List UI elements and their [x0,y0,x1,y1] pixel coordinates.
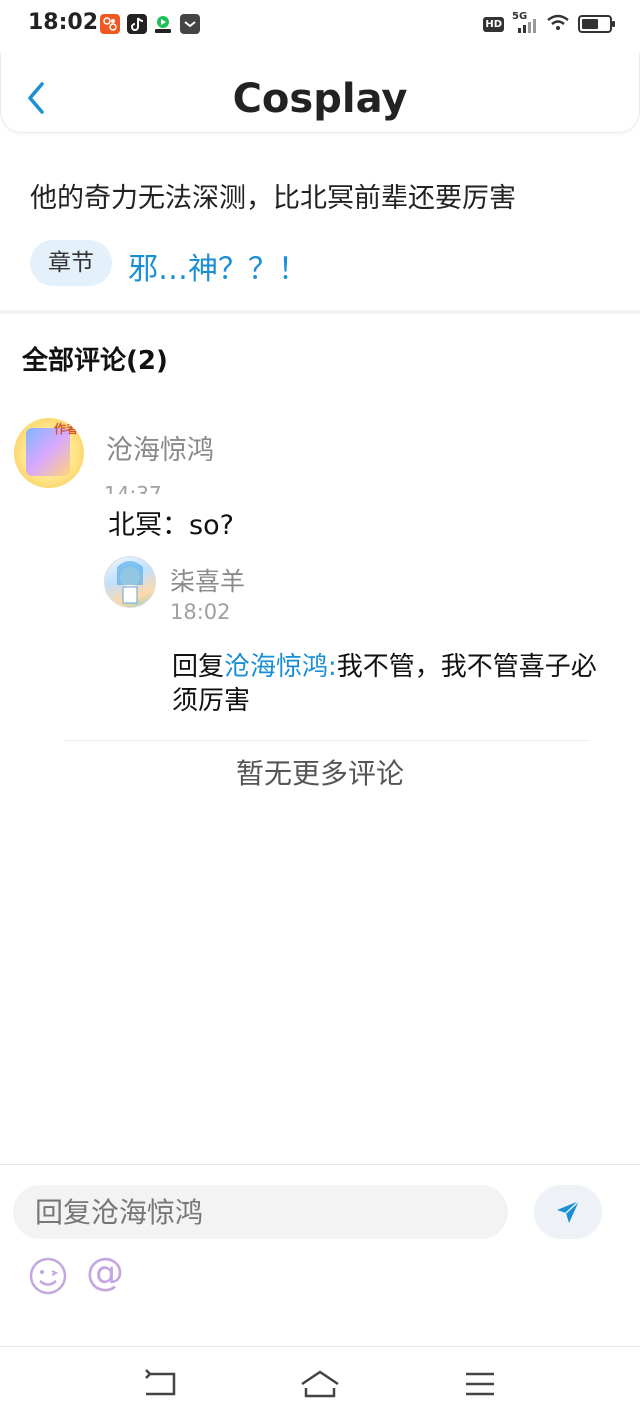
send-button[interactable] [534,1185,602,1239]
battery-icon [578,15,615,33]
wifi-icon [546,13,570,35]
no-more-comments: 暂无更多评论 [235,757,404,790]
comments-divider [64,740,588,741]
comment-content[interactable]: 北冥：so? [108,503,234,542]
reply-content[interactable]: 回复沧海惊鸿:我不管，我不管喜子必须厉害 [172,650,612,718]
chapter-badge: 章节 [30,240,112,286]
post-text: 他的奇力无法深测，比北冥前辈还要厉害 [30,183,516,214]
mention-button[interactable]: @ [86,1250,124,1294]
back-nav-button[interactable] [140,1366,180,1402]
home-nav-icon [301,1370,339,1398]
nav-divider [0,1346,640,1347]
mail-icon [180,14,200,34]
section-divider [0,310,640,314]
back-nav-icon [145,1369,176,1396]
menu-nav-icon [466,1372,494,1396]
comments-header: 全部评论(2) [22,346,168,376]
reply-avatar[interactable] [104,556,156,608]
reply-mention[interactable]: 沧海惊鸿: [224,652,337,682]
status-bar: 18:02 HD 5G [0,0,640,50]
comment-username[interactable]: 沧海惊鸿 [106,428,214,467]
cellular-signal-icon: 5G [512,11,538,34]
status-time: 18:02 [28,10,99,35]
send-icon [557,1200,580,1223]
status-indicators: HD 5G [483,11,615,35]
video-app-icon [153,14,173,34]
app-notification-icon [100,14,120,34]
hd-badge: HD [483,16,504,32]
reply-prefix: 回复 [172,652,225,682]
emoji-button[interactable] [28,1256,68,1296]
reply-username[interactable]: 柒喜羊 [170,562,245,598]
page-title: Cosplay [232,76,408,122]
chapter-link[interactable]: 邪…神？？！ [128,244,308,288]
comment-time: 14:37 [104,482,162,494]
reply-time: 18:02 [170,600,231,624]
emoji-icon [29,1257,67,1295]
reply-input[interactable] [13,1185,508,1239]
home-nav-button[interactable] [300,1366,340,1402]
tiktok-icon [127,14,147,34]
menu-nav-button[interactable] [462,1366,502,1402]
author-tag: 作者 [54,422,79,436]
avatar[interactable]: 作者 [14,418,84,488]
